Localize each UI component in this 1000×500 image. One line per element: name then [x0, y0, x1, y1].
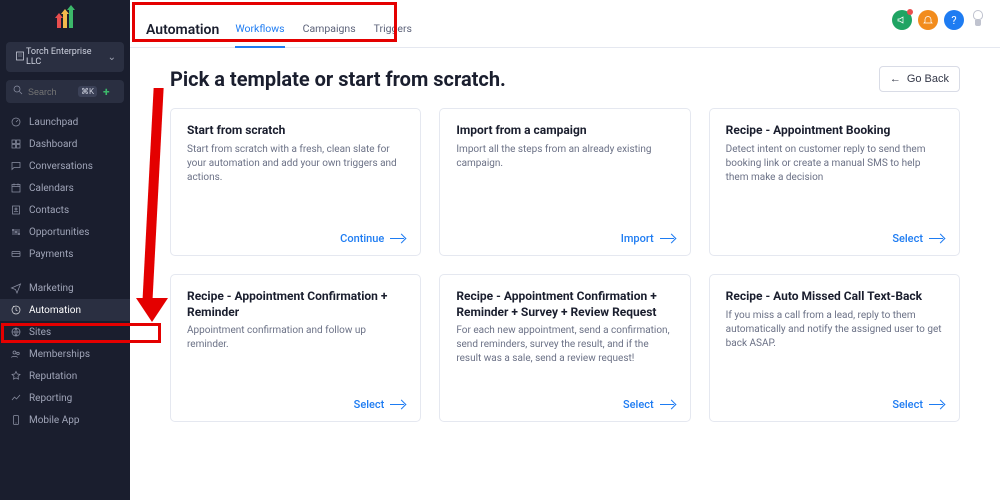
sidebar-item-label: Automation	[29, 305, 81, 316]
card-desc: Import all the steps from an already exi…	[456, 143, 673, 171]
arrow-right-icon	[390, 404, 404, 406]
card-action-import[interactable]: Import	[621, 232, 674, 245]
sidebar-item-label: Sites	[29, 327, 51, 338]
card-title: Recipe - Auto Missed Call Text-Back	[726, 289, 943, 305]
card-desc: For each new appointment, send a confirm…	[456, 324, 673, 366]
go-back-label: Go Back	[907, 73, 949, 85]
chevron-up-down-icon: ⌄	[108, 52, 116, 63]
card-recipe-appointment-confirmation-survey-review: Recipe - Appointment Confirmation + Remi…	[439, 274, 690, 422]
page-title: Pick a template or start from scratch.	[170, 67, 506, 91]
sidebar-item-sites[interactable]: Sites	[0, 321, 130, 343]
org-name: Torch Enterprise LLC	[26, 47, 108, 67]
card-start-from-scratch: Start from scratch Start from scratch wit…	[170, 108, 421, 256]
card-title: Recipe - Appointment Confirmation + Remi…	[456, 289, 673, 320]
sidebar-item-mobile-app[interactable]: Mobile App	[0, 409, 130, 431]
add-button[interactable]: +	[103, 85, 110, 99]
tab-workflows[interactable]: Workflows	[235, 12, 284, 47]
card-action-select[interactable]: Select	[892, 398, 943, 411]
memberships-icon	[10, 348, 22, 360]
header: Automation Workflows Campaigns Triggers	[130, 0, 1000, 48]
reputation-icon	[10, 370, 22, 382]
search-icon	[12, 84, 24, 99]
payments-icon	[10, 248, 22, 260]
dashboard-icon	[10, 138, 22, 150]
sidebar-item-marketing[interactable]: Marketing	[0, 277, 130, 299]
org-switcher[interactable]: Torch Enterprise LLC ⌄	[6, 42, 124, 72]
sidebar-item-label: Opportunities	[29, 227, 89, 238]
sidebar-item-contacts[interactable]: Contacts	[0, 199, 130, 221]
sidebar: Torch Enterprise LLC ⌄ ⌘K + Launchpad Da…	[0, 0, 130, 500]
arrow-left-icon: ←	[890, 73, 901, 85]
reporting-icon	[10, 392, 22, 404]
go-back-button[interactable]: ← Go Back	[879, 66, 960, 92]
arrow-right-icon	[929, 404, 943, 406]
card-title: Import from a campaign	[456, 123, 673, 139]
sidebar-item-label: Reputation	[29, 371, 77, 382]
nav: Launchpad Dashboard Conversations Calend…	[0, 111, 130, 431]
card-action-select[interactable]: Select	[623, 398, 674, 411]
arrow-right-icon	[660, 238, 674, 240]
arrow-right-icon	[660, 404, 674, 406]
card-desc: Detect intent on customer reply to send …	[726, 143, 943, 185]
contacts-icon	[10, 204, 22, 216]
sidebar-item-label: Marketing	[29, 283, 74, 294]
card-desc: If you miss a call from a lead, reply to…	[726, 309, 943, 351]
card-title: Recipe - Appointment Booking	[726, 123, 943, 139]
template-cards: Start from scratch Start from scratch wit…	[170, 108, 960, 422]
gauge-icon	[10, 116, 22, 128]
sidebar-item-label: Conversations	[29, 161, 93, 172]
calendar-icon	[10, 182, 22, 194]
logo	[0, 0, 130, 38]
search-kbd: ⌘K	[78, 86, 97, 97]
sidebar-item-opportunities[interactable]: Opportunities	[0, 221, 130, 243]
card-action-select[interactable]: Select	[892, 232, 943, 245]
sidebar-item-label: Calendars	[29, 183, 74, 194]
sidebar-item-memberships[interactable]: Memberships	[0, 343, 130, 365]
arrow-right-icon	[929, 238, 943, 240]
tabs: Workflows Campaigns Triggers	[235, 12, 412, 47]
card-title: Recipe - Appointment Confirmation + Remi…	[187, 289, 404, 320]
chat-icon	[10, 160, 22, 172]
sidebar-item-conversations[interactable]: Conversations	[0, 155, 130, 177]
card-action-continue[interactable]: Continue	[340, 232, 404, 245]
sites-icon	[10, 326, 22, 338]
building-icon	[14, 50, 26, 65]
tab-campaigns[interactable]: Campaigns	[303, 12, 356, 47]
sidebar-item-label: Mobile App	[29, 415, 79, 426]
card-recipe-appointment-confirmation-reminder: Recipe - Appointment Confirmation + Remi…	[170, 274, 421, 422]
sidebar-item-reporting[interactable]: Reporting	[0, 387, 130, 409]
card-recipe-appointment-booking: Recipe - Appointment Booking Detect inten…	[709, 108, 960, 256]
arrow-right-icon	[390, 238, 404, 240]
automation-icon	[10, 304, 22, 316]
sidebar-item-label: Launchpad	[29, 117, 78, 128]
sidebar-item-label: Memberships	[29, 349, 90, 360]
sidebar-item-calendars[interactable]: Calendars	[0, 177, 130, 199]
content: Pick a template or start from scratch. ←…	[130, 48, 1000, 500]
sidebar-item-dashboard[interactable]: Dashboard	[0, 133, 130, 155]
card-desc: Start from scratch with a fresh, clean s…	[187, 143, 404, 185]
card-title: Start from scratch	[187, 123, 404, 139]
main: ? Automation Workflows Campaigns Trigger…	[130, 0, 1000, 500]
sidebar-item-automation[interactable]: Automation	[0, 299, 130, 321]
section-title: Automation	[146, 22, 219, 38]
opportunities-icon	[10, 226, 22, 238]
sidebar-item-label: Reporting	[29, 393, 72, 404]
card-action-select[interactable]: Select	[354, 398, 405, 411]
mobile-icon	[10, 414, 22, 426]
sidebar-item-payments[interactable]: Payments	[0, 243, 130, 265]
card-desc: Appointment confirmation and follow up r…	[187, 324, 404, 352]
sidebar-item-label: Payments	[29, 249, 73, 260]
sidebar-item-label: Contacts	[29, 205, 69, 216]
card-recipe-auto-missed-call-text-back: Recipe - Auto Missed Call Text-Back If yo…	[709, 274, 960, 422]
sidebar-search[interactable]: ⌘K +	[6, 80, 124, 103]
tab-triggers[interactable]: Triggers	[374, 12, 412, 47]
marketing-icon	[10, 282, 22, 294]
card-import-campaign: Import from a campaign Import all the ste…	[439, 108, 690, 256]
sidebar-item-label: Dashboard	[29, 139, 77, 150]
sidebar-item-launchpad[interactable]: Launchpad	[0, 111, 130, 133]
search-input[interactable]	[28, 87, 74, 97]
sidebar-item-reputation[interactable]: Reputation	[0, 365, 130, 387]
